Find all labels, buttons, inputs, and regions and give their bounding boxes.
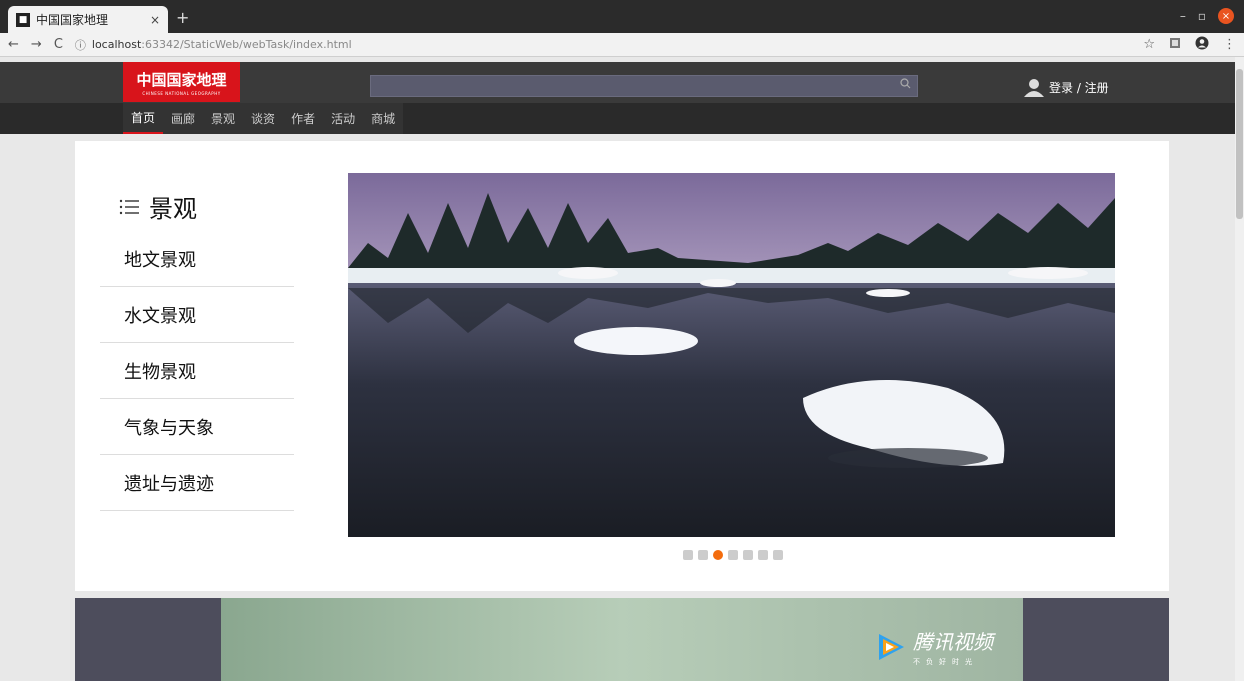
window-controls: – ▫ × bbox=[1180, 8, 1234, 24]
carousel-dot[interactable] bbox=[743, 550, 753, 560]
carousel-dot[interactable] bbox=[758, 550, 768, 560]
profile-icon[interactable] bbox=[1195, 36, 1209, 54]
carousel-image[interactable] bbox=[348, 173, 1115, 537]
back-button[interactable]: ← bbox=[8, 37, 19, 52]
browser-tab[interactable]: ■ 中国国家地理 × bbox=[8, 6, 168, 33]
nav-item[interactable]: 作者 bbox=[283, 103, 323, 134]
sidebar-item[interactable]: 地文景观 bbox=[100, 231, 294, 287]
video-brand: 腾讯视频 bbox=[913, 630, 993, 654]
bookmark-star-icon[interactable]: ☆ bbox=[1143, 37, 1155, 52]
url-host: localhost bbox=[91, 38, 142, 51]
sidebar-list: 地文景观 水文景观 生物景观 气象与天象 遗址与遗迹 bbox=[100, 231, 294, 511]
nav-item[interactable]: 景观 bbox=[203, 103, 243, 134]
url-field[interactable]: localhost:63342/StaticWeb/webTask/index.… bbox=[92, 38, 352, 51]
play-icon bbox=[879, 633, 904, 660]
toolbar-right: ☆ ⋮ bbox=[1143, 36, 1236, 54]
list-icon bbox=[119, 199, 139, 214]
new-tab-button[interactable]: + bbox=[176, 8, 189, 27]
main-nav: 首页 画廊 景观 谈资 作者 活动 商城 bbox=[0, 103, 1235, 134]
video-banner[interactable]: 腾讯视频 不负好时光 bbox=[221, 598, 1023, 681]
carousel-dot[interactable] bbox=[698, 550, 708, 560]
restore-button[interactable]: ▫ bbox=[1198, 9, 1206, 23]
carousel-dot[interactable] bbox=[683, 550, 693, 560]
minimize-button[interactable]: – bbox=[1180, 9, 1186, 23]
carousel-dot[interactable] bbox=[773, 550, 783, 560]
nav-item[interactable]: 活动 bbox=[323, 103, 363, 134]
nav-item[interactable]: 商城 bbox=[363, 103, 403, 134]
close-window-button[interactable]: × bbox=[1218, 8, 1234, 24]
browser-menu-icon[interactable]: ⋮ bbox=[1223, 37, 1236, 52]
nav-item[interactable]: 谈资 bbox=[243, 103, 283, 134]
tab-title: 中国国家地理 bbox=[36, 13, 109, 27]
nav-item[interactable]: 首页 bbox=[123, 103, 164, 134]
scrollbar-thumb[interactable] bbox=[1236, 69, 1243, 219]
sidebar-item[interactable]: 遗址与遗迹 bbox=[100, 455, 294, 511]
carousel-dot[interactable] bbox=[713, 550, 723, 560]
video-slogan: 不负好时光 bbox=[913, 658, 978, 666]
site-header: 中国国家地理 CHINESE NATIONAL GEOGRAPHY 登录 / 注… bbox=[0, 62, 1235, 103]
carousel-dot[interactable] bbox=[728, 550, 738, 560]
reload-button[interactable]: C bbox=[54, 37, 63, 52]
sidebar-item[interactable]: 生物景观 bbox=[100, 343, 294, 399]
tab-close-icon[interactable]: × bbox=[150, 13, 160, 27]
sidebar-title: 景观 bbox=[119, 189, 197, 224]
sidebar-title-text: 景观 bbox=[149, 195, 197, 223]
sidebar-item[interactable]: 气象与天象 bbox=[100, 399, 294, 455]
sidebar-item[interactable]: 水文景观 bbox=[100, 287, 294, 343]
favicon-icon: ■ bbox=[16, 12, 30, 27]
address-bar: ← → C ⓘ localhost:63342/StaticWeb/webTas… bbox=[0, 33, 1244, 57]
page-scrollbar[interactable] bbox=[1235, 57, 1244, 681]
logo-english: CHINESE NATIONAL GEOGRAPHY bbox=[142, 90, 221, 96]
landscape-section: 景观 地文景观 水文景观 生物景观 气象与天象 遗址与遗迹 bbox=[75, 141, 1169, 591]
search-icon[interactable] bbox=[900, 78, 911, 92]
nav-items: 首页 画廊 景观 谈资 作者 活动 商城 bbox=[123, 103, 404, 134]
user-auth[interactable]: 登录 / 注册 bbox=[1024, 77, 1109, 97]
site-info-icon[interactable]: ⓘ bbox=[75, 37, 86, 53]
winter-lake-photo bbox=[348, 173, 1115, 537]
browser-tabbar: ■ 中国国家地理 × + – ▫ × bbox=[0, 0, 1244, 33]
nav-item[interactable]: 画廊 bbox=[163, 103, 203, 134]
search-input[interactable] bbox=[370, 75, 918, 97]
video-section: 腾讯视频 不负好时光 bbox=[75, 598, 1169, 681]
tencent-video-logo: 腾讯视频 不负好时光 bbox=[875, 626, 993, 667]
login-register-link[interactable]: 登录 / 注册 bbox=[1049, 79, 1109, 96]
carousel-indicators bbox=[683, 550, 783, 560]
page-viewport: 中国国家地理 CHINESE NATIONAL GEOGRAPHY 登录 / 注… bbox=[0, 57, 1235, 681]
url-path: :63342/StaticWeb/webTask/index.html bbox=[141, 38, 352, 51]
site-logo[interactable]: 中国国家地理 CHINESE NATIONAL GEOGRAPHY bbox=[123, 62, 240, 102]
logo-chinese: 中国国家地理 bbox=[136, 70, 227, 89]
user-avatar-icon bbox=[1024, 79, 1044, 97]
extension-icon[interactable] bbox=[1169, 37, 1181, 53]
forward-button[interactable]: → bbox=[31, 37, 42, 52]
